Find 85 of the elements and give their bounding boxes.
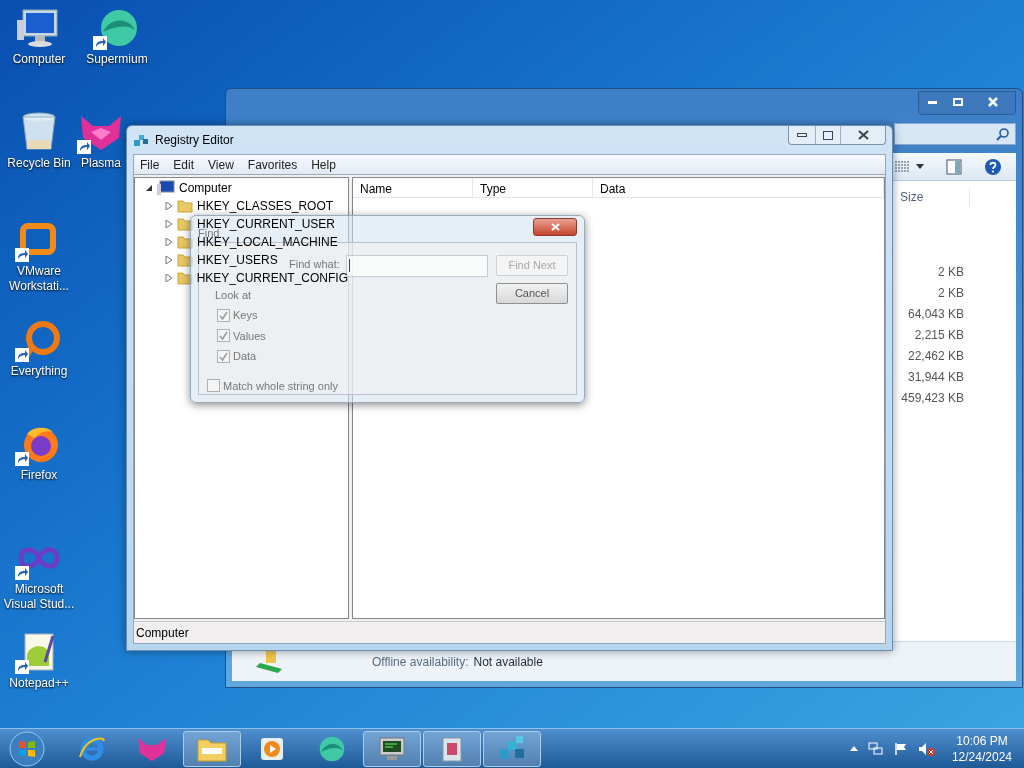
clock-date[interactable]: 12/24/2024 [951, 748, 1012, 765]
tree-item[interactable]: HKEY_USERS [197, 253, 278, 267]
folder-icon [177, 199, 193, 213]
column-header[interactable]: Size [894, 188, 970, 206]
menu-item[interactable]: Favorites [247, 155, 298, 174]
folder-icon [177, 235, 193, 249]
desktop-icon-label[interactable]: Microsoft Visual Stud... [0, 582, 78, 612]
file-size: 2 KB [938, 264, 964, 281]
taskbar-button[interactable] [423, 730, 481, 767]
desktop-icon-label[interactable]: Plasma [81, 156, 121, 171]
checkbox-label: Keys [233, 308, 258, 323]
desktop-icon-label[interactable]: Supermium [86, 52, 148, 67]
file-size: 2 KB [938, 285, 964, 302]
folder-icon [177, 253, 193, 267]
checkbox-label: Match whole string only [223, 378, 338, 394]
monitor-icon [377, 735, 407, 762]
collapsed-arrow-icon[interactable] [165, 274, 173, 282]
clock-time[interactable]: 10:06 PM [956, 732, 1008, 749]
file-size: 31,944 KB [907, 369, 964, 386]
preview-pane-icon[interactable] [946, 158, 962, 175]
close-icon [988, 97, 998, 107]
collapsed-arrow-icon[interactable] [165, 238, 173, 246]
column-header[interactable]: Name [353, 178, 473, 197]
network-icon[interactable] [867, 741, 884, 756]
checkbox[interactable] [207, 379, 220, 393]
desktop-icon-label[interactable]: Everything [10, 364, 68, 379]
computer-icon [17, 8, 61, 48]
folder-icon [177, 217, 193, 231]
collapsed-arrow-icon[interactable] [165, 220, 173, 228]
folder-icon [176, 271, 193, 285]
box-icon [439, 734, 465, 763]
menu-item[interactable]: File [140, 155, 160, 174]
desktop-icon-label[interactable]: VMware Workstati... [0, 264, 78, 294]
sphere-icon [317, 734, 347, 763]
desktop-icon-label[interactable]: Computer [12, 52, 66, 67]
file-size: 2,215 KB [914, 327, 964, 344]
help-icon[interactable] [984, 157, 1002, 176]
window-title: Registry Editor [155, 132, 234, 149]
speaker-muted-icon[interactable] [917, 741, 936, 756]
checkbox[interactable] [217, 329, 230, 343]
field-label: Find what: [289, 258, 340, 270]
chevron-up-icon[interactable] [849, 746, 858, 751]
checkmark-icon [219, 310, 228, 320]
group-label: Look at [215, 287, 253, 303]
menu-item[interactable]: View [208, 155, 234, 174]
close-icon [550, 223, 560, 231]
cubes-icon [133, 132, 149, 148]
desktop-icon-label[interactable]: Firefox [20, 468, 58, 483]
computer-icon [157, 180, 175, 196]
expanded-arrow-icon[interactable] [145, 184, 153, 192]
tree-item[interactable]: HKEY_CLASSES_ROOT [197, 199, 334, 213]
checkbox-label: Data [233, 349, 257, 364]
flag-icon[interactable] [893, 741, 908, 756]
close-button[interactable] [533, 218, 577, 236]
column-header[interactable]: Data [593, 178, 884, 197]
start-orb-icon[interactable] [7, 728, 47, 768]
dropdown-caret-icon[interactable] [916, 164, 924, 169]
file-size: 22,462 KB [907, 348, 964, 365]
taskbar-button[interactable] [183, 730, 241, 767]
play-icon [259, 735, 285, 762]
search-icon [996, 127, 1009, 141]
details-label: Offline availability: [372, 653, 469, 671]
details-value: Not available [473, 653, 543, 671]
view-list-icon[interactable] [894, 159, 910, 174]
letter-e-globe-icon [77, 734, 107, 763]
desktop-icon-label[interactable]: Recycle Bin [7, 156, 71, 171]
taskbar-button[interactable] [363, 730, 421, 767]
menu-item[interactable]: Edit [173, 155, 195, 174]
status-text: Computer [136, 624, 189, 642]
tree-item[interactable]: Computer [179, 181, 232, 195]
close-icon [857, 130, 869, 140]
taskbar-button[interactable] [483, 730, 541, 767]
dialog-button[interactable]: Cancel [496, 282, 568, 304]
file-size: 459,423 KB [901, 390, 964, 407]
column-header[interactable]: Type [473, 178, 593, 197]
tree-item[interactable]: HKEY_CURRENT_CONFIG [196, 271, 348, 285]
menu-item[interactable]: Help [311, 155, 336, 174]
collapsed-arrow-icon[interactable] [165, 256, 173, 264]
maximize-button[interactable] [815, 126, 841, 144]
desktop-icon-label[interactable]: Notepad++ [9, 676, 69, 691]
checkbox-label: Values [233, 328, 266, 344]
tree-item[interactable]: HKEY_CURRENT_USER [197, 217, 336, 231]
file-size: 64,043 KB [907, 306, 964, 323]
collapsed-arrow-icon[interactable] [165, 202, 173, 210]
search-field[interactable] [894, 123, 1016, 145]
